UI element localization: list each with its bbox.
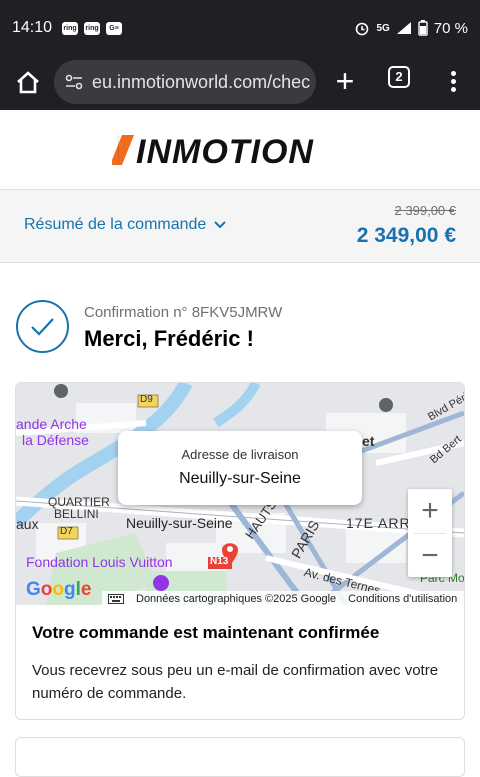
store-logo[interactable]: INMOTION — [112, 132, 368, 168]
map-label: Fondation Louis Vuitton — [26, 554, 173, 570]
order-summary-toggle[interactable]: Résumé de la commande — [24, 216, 226, 234]
status-time: 14:10 — [12, 19, 52, 37]
map-label: D7 — [60, 526, 73, 537]
order-status-text: Vous recevrez sous peu un e-mail de conf… — [32, 659, 452, 705]
total-price: 2 349,00 € — [357, 224, 456, 248]
home-icon[interactable] — [14, 68, 42, 96]
new-tab-button[interactable]: + — [332, 68, 358, 96]
address-bar[interactable]: eu.inmotionworld.com/chec — [54, 60, 316, 104]
map-label: Neuilly-sur-Seine — [126, 515, 233, 531]
delivery-map[interactable]: D9 D7 N13 ande Arche la Défense QUARTIER… — [16, 383, 464, 605]
battery-icon — [418, 20, 428, 36]
map-label: N13 — [210, 556, 228, 567]
notification-icon: ring — [62, 22, 78, 35]
zoom-in-button[interactable]: + — [408, 489, 452, 533]
order-status-title: Votre commande est maintenant confirmée — [32, 623, 379, 643]
notification-icon: G≡ — [106, 22, 122, 35]
notification-icon: ring — [84, 22, 100, 35]
tab-switcher-button[interactable]: 2 — [388, 66, 410, 88]
network-type: 5G — [376, 23, 389, 34]
map-label: D9 — [140, 394, 153, 405]
map-label: 17E ARR — [346, 515, 411, 531]
chevron-down-icon — [214, 221, 226, 229]
keyboard-icon[interactable] — [108, 594, 124, 604]
next-card — [15, 737, 465, 777]
map-label: aux — [16, 516, 39, 532]
signal-icon — [396, 21, 412, 35]
delivery-address-value: Neuilly-sur-Seine — [118, 470, 362, 488]
thank-you-heading: Merci, Frédéric ! — [84, 326, 254, 352]
map-data-credit[interactable]: Données cartographiques ©2025 Google — [136, 593, 336, 605]
delivery-address-popup: Adresse de livraison Neuilly-sur-Seine — [118, 431, 362, 505]
confirmation-number: Confirmation n° 8FKV5JMRW — [84, 304, 282, 321]
delivery-address-label: Adresse de livraison — [118, 447, 362, 462]
google-logo: Google — [26, 579, 91, 601]
map-zoom-controls: + − — [408, 489, 452, 577]
order-summary-bar: Résumé de la commande 2 399,00 € 2 349,0… — [0, 190, 480, 263]
original-price: 2 399,00 € — [395, 203, 456, 218]
svg-text:INMOTION: INMOTION — [136, 133, 314, 168]
menu-icon[interactable] — [444, 68, 462, 96]
zoom-out-button[interactable]: − — [408, 534, 452, 578]
map-attribution: Google Données cartographiques ©2025 Goo… — [16, 587, 464, 605]
map-terms-link[interactable]: Conditions d'utilisation — [348, 593, 457, 605]
map-label: BELLINI — [54, 507, 99, 521]
url-text: eu.inmotionworld.com/chec — [92, 72, 310, 93]
alarm-icon — [354, 20, 370, 36]
status-bar: 14:10 ring ring G≡ 5G 70 % — [0, 0, 480, 56]
map-label: et — [362, 433, 374, 449]
delivery-card: D9 D7 N13 ande Arche la Défense QUARTIER… — [15, 382, 465, 720]
order-summary-label: Résumé de la commande — [24, 216, 206, 234]
map-label: la Défense — [22, 432, 89, 448]
battery-level: 70 % — [434, 20, 468, 37]
check-circle-icon — [16, 300, 69, 353]
store-header: INMOTION — [0, 110, 480, 190]
site-settings-icon[interactable] — [64, 72, 84, 92]
map-label: ande Arche — [16, 416, 87, 432]
